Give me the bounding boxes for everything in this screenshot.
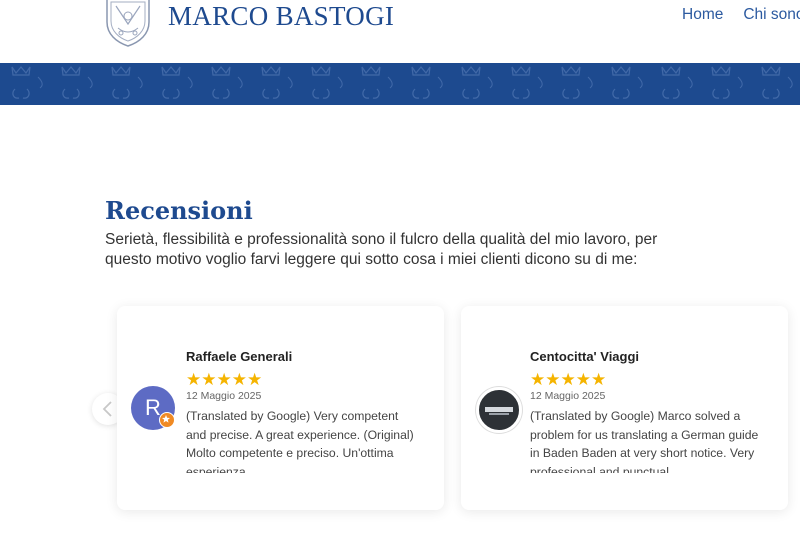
coat-of-arms-logo[interactable] bbox=[104, 0, 152, 48]
section-title: Recensioni bbox=[105, 196, 253, 225]
chevron-left-icon bbox=[102, 401, 112, 417]
nav-chi-sono[interactable]: Chi sono bbox=[743, 6, 800, 23]
review-date: 12 Maggio 2025 bbox=[186, 390, 262, 402]
brand-name[interactable]: MARCO BASTOGI bbox=[168, 1, 394, 32]
decorative-banner bbox=[0, 63, 800, 105]
review-date: 12 Maggio 2025 bbox=[530, 390, 606, 402]
reviewer-name[interactable]: Raffaele Generali bbox=[186, 349, 292, 364]
avatar bbox=[476, 387, 522, 433]
review-text: (Translated by Google) Marco solved a pr… bbox=[530, 409, 759, 473]
review-text: (Translated by Google) Very competent an… bbox=[186, 409, 414, 473]
star-rating: ★★★★★ bbox=[186, 370, 263, 390]
section-description: Serietà, flessibilità e professionalità … bbox=[105, 231, 658, 268]
review-card: Centocitta' Viaggi ★★★★★ 12 Maggio 2025 … bbox=[461, 306, 788, 510]
nav-home[interactable]: Home bbox=[682, 6, 723, 23]
main-nav: Home Chi sono bbox=[682, 6, 800, 24]
local-guide-badge-icon bbox=[159, 412, 175, 428]
review-card: R Raffaele Generali ★★★★★ 12 Maggio 2025… bbox=[117, 306, 444, 510]
site-header: MARCO BASTOGI Home Chi sono bbox=[0, 0, 800, 63]
star-rating: ★★★★★ bbox=[530, 370, 607, 390]
reviewer-name[interactable]: Centocitta' Viaggi bbox=[530, 349, 639, 364]
